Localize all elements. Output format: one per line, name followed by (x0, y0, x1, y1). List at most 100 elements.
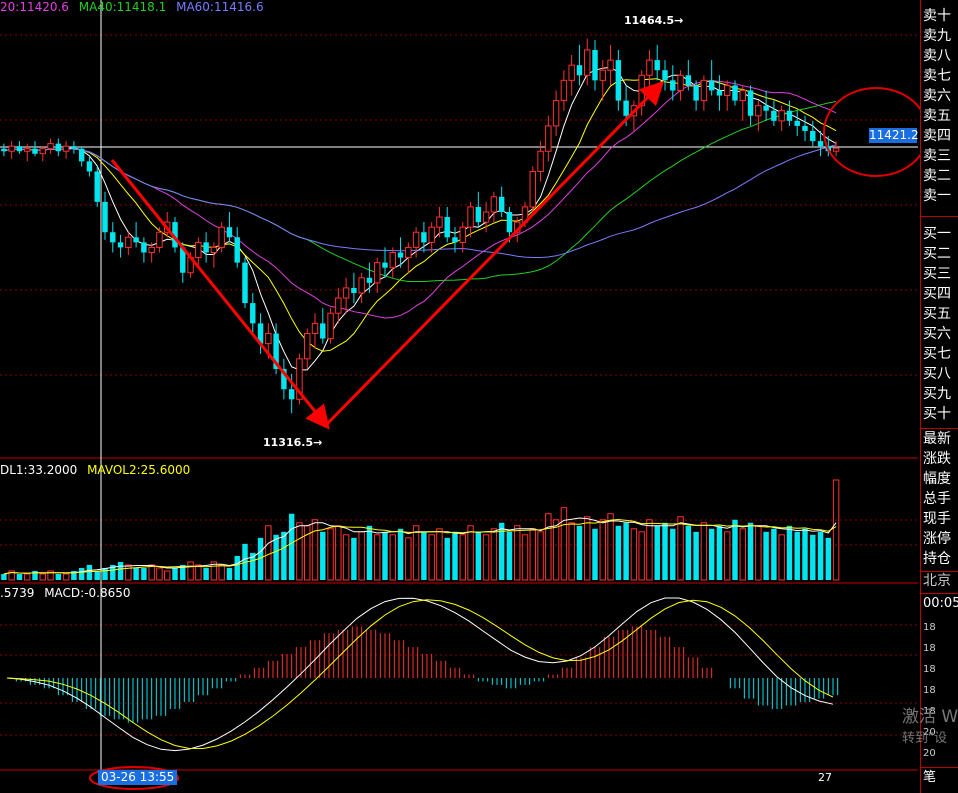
volume-bar-down (786, 525, 793, 580)
candle-body-up (778, 110, 785, 122)
volume-bar-up (677, 516, 684, 581)
candle-body-down (55, 143, 62, 152)
volume-bar-down (397, 528, 404, 580)
volume-bar-up (195, 564, 202, 581)
volume-bar-down (421, 531, 427, 580)
candle-body-up (646, 59, 653, 76)
volume-bar-up (545, 513, 552, 581)
buy-level-9: 买九 (923, 386, 951, 402)
candle-body-down (234, 237, 240, 263)
volume-bar-down (444, 537, 450, 580)
candle-body-up (405, 246, 412, 259)
volume-bar-up (389, 534, 396, 581)
kline-chart[interactable] (0, 0, 920, 793)
uptrend-arrow (324, 80, 665, 427)
sell-level-10: 卖十 (923, 8, 951, 24)
volume-bar-down (810, 534, 816, 580)
volume-bar-up (218, 564, 225, 581)
volume-bar-up (24, 573, 31, 581)
volume-bar-down (117, 561, 124, 580)
volume-bar-down (662, 522, 668, 580)
sell-level-7: 卖七 (923, 68, 951, 84)
volume-bar-down (1, 573, 7, 580)
watermark-line1: 激活 W (902, 707, 958, 727)
candle-body-down (78, 148, 85, 162)
candle-body-up (724, 84, 731, 97)
sell-level-2: 卖二 (923, 168, 951, 184)
volume-bar-up (265, 525, 272, 581)
volume-bar-down (825, 537, 832, 580)
ma20-legend: 20:11420.6 (0, 0, 69, 14)
vol-legend: DL1:33.2000 (0, 463, 78, 477)
candle-body-down (421, 232, 427, 243)
volume-bar-down (226, 567, 233, 580)
candle-body-up (304, 332, 311, 360)
volume-bar-up (296, 522, 303, 581)
quote-field-2: 涨跌 (923, 451, 951, 467)
candle-body-down (802, 125, 808, 131)
candle-body-up (490, 196, 498, 213)
side-separator (921, 216, 958, 217)
sell-level-5: 卖五 (923, 108, 951, 124)
volume-bar-down (693, 531, 699, 580)
candle-body-up (47, 143, 54, 150)
volume-bar-down (273, 534, 279, 580)
candle-body-up (218, 226, 225, 248)
candle-body-down (615, 60, 622, 101)
right-axis-fragment: 18 (923, 685, 936, 696)
volume-bar-up (638, 531, 645, 581)
ma20-line (3, 80, 837, 319)
volume-bar-down (366, 525, 373, 580)
candle-body-down (397, 252, 404, 258)
volume-bar-up (358, 531, 365, 581)
candle-body-up (62, 145, 70, 152)
volume-bar-up (187, 561, 194, 581)
candle-body-down (226, 227, 233, 238)
candle-body-up (389, 251, 396, 269)
candle-body-down (794, 120, 800, 126)
volume-bar-down (141, 567, 147, 580)
candle-body-down (110, 232, 116, 243)
side-separator (921, 428, 958, 429)
buy-level-10: 买十 (923, 406, 951, 422)
volume-bar-down (234, 555, 240, 580)
candle-body-down (732, 85, 738, 101)
side-separator (921, 593, 958, 594)
candle-body-down (94, 171, 100, 202)
candle-body-down (351, 287, 357, 293)
volume-bar-down (747, 522, 754, 580)
volume-bar-up (832, 479, 840, 581)
quote-field-4: 总手 (923, 491, 951, 507)
volume-bar-down (817, 531, 824, 580)
volume-bar-down (288, 513, 295, 580)
candle-body-up (210, 246, 218, 253)
volume-bar-down (475, 531, 482, 580)
volume-bar-down (55, 573, 62, 580)
buy-level-2: 买二 (923, 246, 951, 262)
macd-value-legend: MACD:-0.8650 (44, 586, 131, 600)
candle-body-up (467, 206, 474, 228)
candle-body-down (654, 60, 660, 71)
candle-body-up (482, 211, 490, 223)
volume-bar-up (755, 525, 762, 581)
volume-bar-down (382, 531, 388, 580)
buy-level-8: 买八 (923, 366, 951, 382)
city-label: 北京 (923, 573, 951, 589)
right-axis-fragment: 18 (923, 664, 936, 675)
candle-body-down (475, 206, 482, 223)
buy-level-7: 买七 (923, 346, 951, 362)
macd-dea-line (6, 599, 834, 750)
volume-bar-down (281, 531, 287, 580)
candle-body-down (86, 161, 93, 172)
candle-body-down (506, 211, 513, 233)
candle-body-up (568, 64, 575, 81)
volume-bar-up (156, 567, 163, 581)
volume-bar-up (778, 534, 785, 581)
candle-body-down (320, 323, 326, 339)
volume-bar-down (763, 531, 769, 580)
candle-body-down (102, 201, 108, 233)
candle-body-down (366, 277, 373, 283)
candle-body-up (412, 231, 420, 248)
volume-bar-up (521, 534, 529, 581)
macd-dif-line (6, 597, 834, 752)
